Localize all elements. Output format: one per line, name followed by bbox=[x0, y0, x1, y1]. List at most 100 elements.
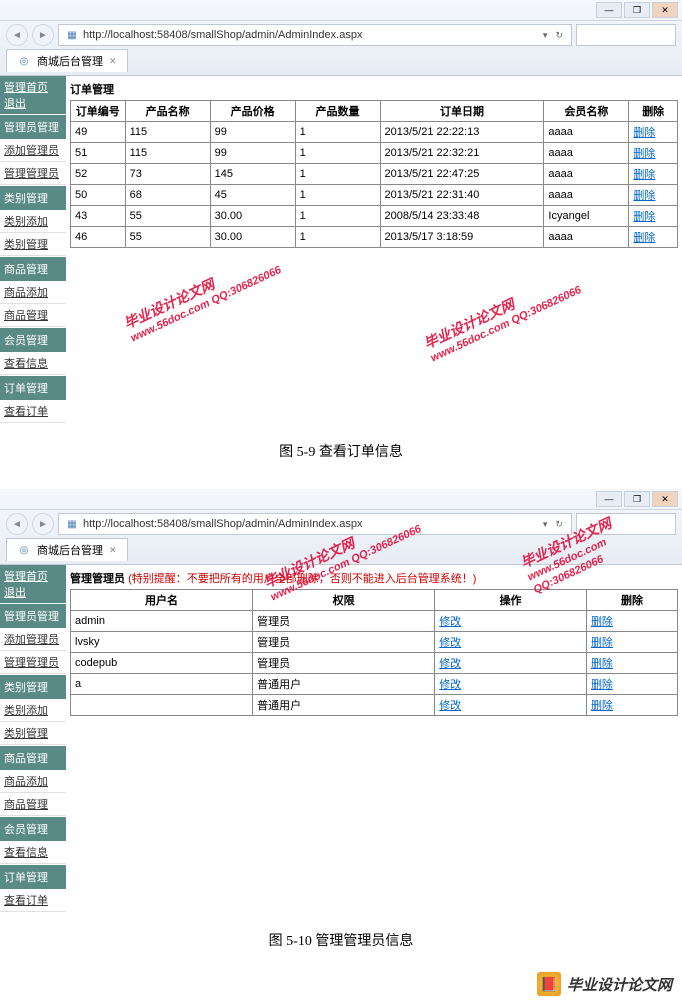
sidebar-section-order[interactable]: 订单管理 bbox=[0, 864, 66, 889]
tab-close-icon[interactable]: ✕ bbox=[109, 545, 117, 556]
table-cell: 删除 bbox=[586, 674, 677, 695]
sidebar: 管理首页 退出 管理员管理 添加管理员 管理管理员 类别管理 类别添加 类别管理… bbox=[0, 565, 66, 912]
back-button[interactable]: ◄ bbox=[6, 24, 28, 46]
table-row: 491159912013/5/21 22:22:13aaaa删除 bbox=[71, 122, 678, 143]
sidebar-section-product[interactable]: 商品管理 bbox=[0, 256, 66, 281]
sidebar-logout-link[interactable]: 退出 bbox=[4, 98, 26, 110]
table-header: 删除 bbox=[629, 101, 678, 122]
minimize-button[interactable]: — bbox=[596, 491, 622, 507]
table-header: 订单日期 bbox=[380, 101, 544, 122]
search-box[interactable] bbox=[576, 24, 676, 46]
sidebar-item[interactable]: 商品管理 bbox=[0, 793, 66, 816]
table-cell: aaaa bbox=[544, 227, 629, 248]
content-title: 订单管理 bbox=[70, 78, 678, 100]
sidebar-section-admin[interactable]: 管理员管理 bbox=[0, 114, 66, 139]
delete-link[interactable]: 删除 bbox=[591, 679, 613, 691]
table-header: 会员名称 bbox=[544, 101, 629, 122]
maximize-button[interactable]: ❐ bbox=[624, 491, 650, 507]
sidebar-item[interactable]: 商品添加 bbox=[0, 770, 66, 793]
sidebar-logout-link[interactable]: 退出 bbox=[4, 587, 26, 599]
back-button[interactable]: ◄ bbox=[6, 513, 28, 535]
sidebar-section-member[interactable]: 会员管理 bbox=[0, 327, 66, 352]
close-window-button[interactable]: ✕ bbox=[652, 2, 678, 18]
delete-link[interactable]: 删除 bbox=[591, 700, 613, 712]
search-box[interactable] bbox=[576, 513, 676, 535]
table-header: 权限 bbox=[253, 590, 435, 611]
table-cell: 49 bbox=[71, 122, 126, 143]
dropdown-icon[interactable]: ▾ bbox=[541, 30, 550, 41]
edit-link[interactable]: 修改 bbox=[439, 679, 461, 691]
sidebar-item[interactable]: 添加管理员 bbox=[0, 628, 66, 651]
sidebar-item[interactable]: 查看信息 bbox=[0, 841, 66, 864]
sidebar-section-order[interactable]: 订单管理 bbox=[0, 375, 66, 400]
sidebar-item[interactable]: 类别添加 bbox=[0, 210, 66, 233]
content-area: 管理管理员 (特别提醒：不要把所有的用户全部删除，否则不能进入后台管理系统！) … bbox=[66, 565, 682, 912]
sidebar-item[interactable]: 查看信息 bbox=[0, 352, 66, 375]
table-cell: aaaa bbox=[544, 164, 629, 185]
delete-link[interactable]: 删除 bbox=[591, 637, 613, 649]
sidebar-section-admin[interactable]: 管理员管理 bbox=[0, 603, 66, 628]
delete-link[interactable]: 删除 bbox=[633, 169, 655, 181]
dropdown-icon[interactable]: ▾ bbox=[541, 519, 550, 530]
table-row: 511159912013/5/21 22:32:21aaaa删除 bbox=[71, 143, 678, 164]
delete-link[interactable]: 删除 bbox=[633, 148, 655, 160]
sidebar-section-category[interactable]: 类别管理 bbox=[0, 674, 66, 699]
sidebar-section-member[interactable]: 会员管理 bbox=[0, 816, 66, 841]
delete-link[interactable]: 删除 bbox=[633, 232, 655, 244]
delete-link[interactable]: 删除 bbox=[591, 616, 613, 628]
table-cell: 1 bbox=[295, 227, 380, 248]
table-row: lvsky管理员修改删除 bbox=[71, 632, 678, 653]
sidebar-item[interactable]: 添加管理员 bbox=[0, 139, 66, 162]
table-cell: 修改 bbox=[435, 695, 587, 716]
delete-link[interactable]: 删除 bbox=[633, 127, 655, 139]
delete-link[interactable]: 删除 bbox=[591, 658, 613, 670]
table-cell: codepub bbox=[71, 653, 253, 674]
sidebar-item[interactable]: 管理管理员 bbox=[0, 651, 66, 674]
minimize-button[interactable]: — bbox=[596, 2, 622, 18]
table-cell: 管理员 bbox=[253, 653, 435, 674]
edit-link[interactable]: 修改 bbox=[439, 658, 461, 670]
sidebar-item[interactable]: 查看订单 bbox=[0, 889, 66, 912]
address-bar[interactable]: ▦ http://localhost:58408/smallShop/admin… bbox=[58, 24, 572, 46]
table-cell: 30.00 bbox=[210, 227, 295, 248]
edit-link[interactable]: 修改 bbox=[439, 616, 461, 628]
sidebar-item[interactable]: 类别添加 bbox=[0, 699, 66, 722]
sidebar-item[interactable]: 商品添加 bbox=[0, 281, 66, 304]
sidebar-item[interactable]: 查看订单 bbox=[0, 400, 66, 423]
table-header: 用户名 bbox=[71, 590, 253, 611]
browser-tab[interactable]: ◎ 商城后台管理 ✕ bbox=[6, 49, 128, 72]
table-cell: a bbox=[71, 674, 253, 695]
refresh-icon[interactable]: ↻ bbox=[553, 519, 565, 530]
sidebar-item[interactable]: 管理管理员 bbox=[0, 162, 66, 185]
browser-tab[interactable]: ◎ 商城后台管理 ✕ bbox=[6, 538, 128, 561]
tab-close-icon[interactable]: ✕ bbox=[109, 56, 117, 67]
sidebar-item[interactable]: 类别管理 bbox=[0, 233, 66, 256]
forward-button[interactable]: ► bbox=[32, 513, 54, 535]
table-cell: 68 bbox=[125, 185, 210, 206]
delete-link[interactable]: 删除 bbox=[633, 211, 655, 223]
window-controls: — ❐ ✕ bbox=[0, 489, 682, 510]
refresh-icon[interactable]: ↻ bbox=[553, 30, 565, 41]
maximize-button[interactable]: ❐ bbox=[624, 2, 650, 18]
sidebar-section-product[interactable]: 商品管理 bbox=[0, 745, 66, 770]
sidebar-item[interactable]: 类别管理 bbox=[0, 722, 66, 745]
edit-link[interactable]: 修改 bbox=[439, 700, 461, 712]
window-controls: — ❐ ✕ bbox=[0, 0, 682, 21]
delete-link[interactable]: 删除 bbox=[633, 190, 655, 202]
tab-favicon: ◎ bbox=[17, 543, 31, 557]
sidebar-section-category[interactable]: 类别管理 bbox=[0, 185, 66, 210]
sidebar-item[interactable]: 商品管理 bbox=[0, 304, 66, 327]
sidebar-home-link[interactable]: 管理首页 bbox=[4, 571, 48, 583]
tab-title: 商城后台管理 bbox=[37, 542, 103, 558]
table-header: 产品数量 bbox=[295, 101, 380, 122]
address-bar[interactable]: ▦ http://localhost:58408/smallShop/admin… bbox=[58, 513, 572, 535]
tab-row: ◎ 商城后台管理 ✕ bbox=[0, 538, 682, 564]
page-icon: ▦ bbox=[65, 28, 79, 42]
forward-button[interactable]: ► bbox=[32, 24, 54, 46]
warning-text: (特别提醒：不要把所有的用户全部删除，否则不能进入后台管理系统！) bbox=[128, 573, 476, 585]
sidebar-home-link[interactable]: 管理首页 bbox=[4, 82, 48, 94]
table-row: admin管理员修改删除 bbox=[71, 611, 678, 632]
close-window-button[interactable]: ✕ bbox=[652, 491, 678, 507]
edit-link[interactable]: 修改 bbox=[439, 637, 461, 649]
table-cell: 删除 bbox=[586, 632, 677, 653]
